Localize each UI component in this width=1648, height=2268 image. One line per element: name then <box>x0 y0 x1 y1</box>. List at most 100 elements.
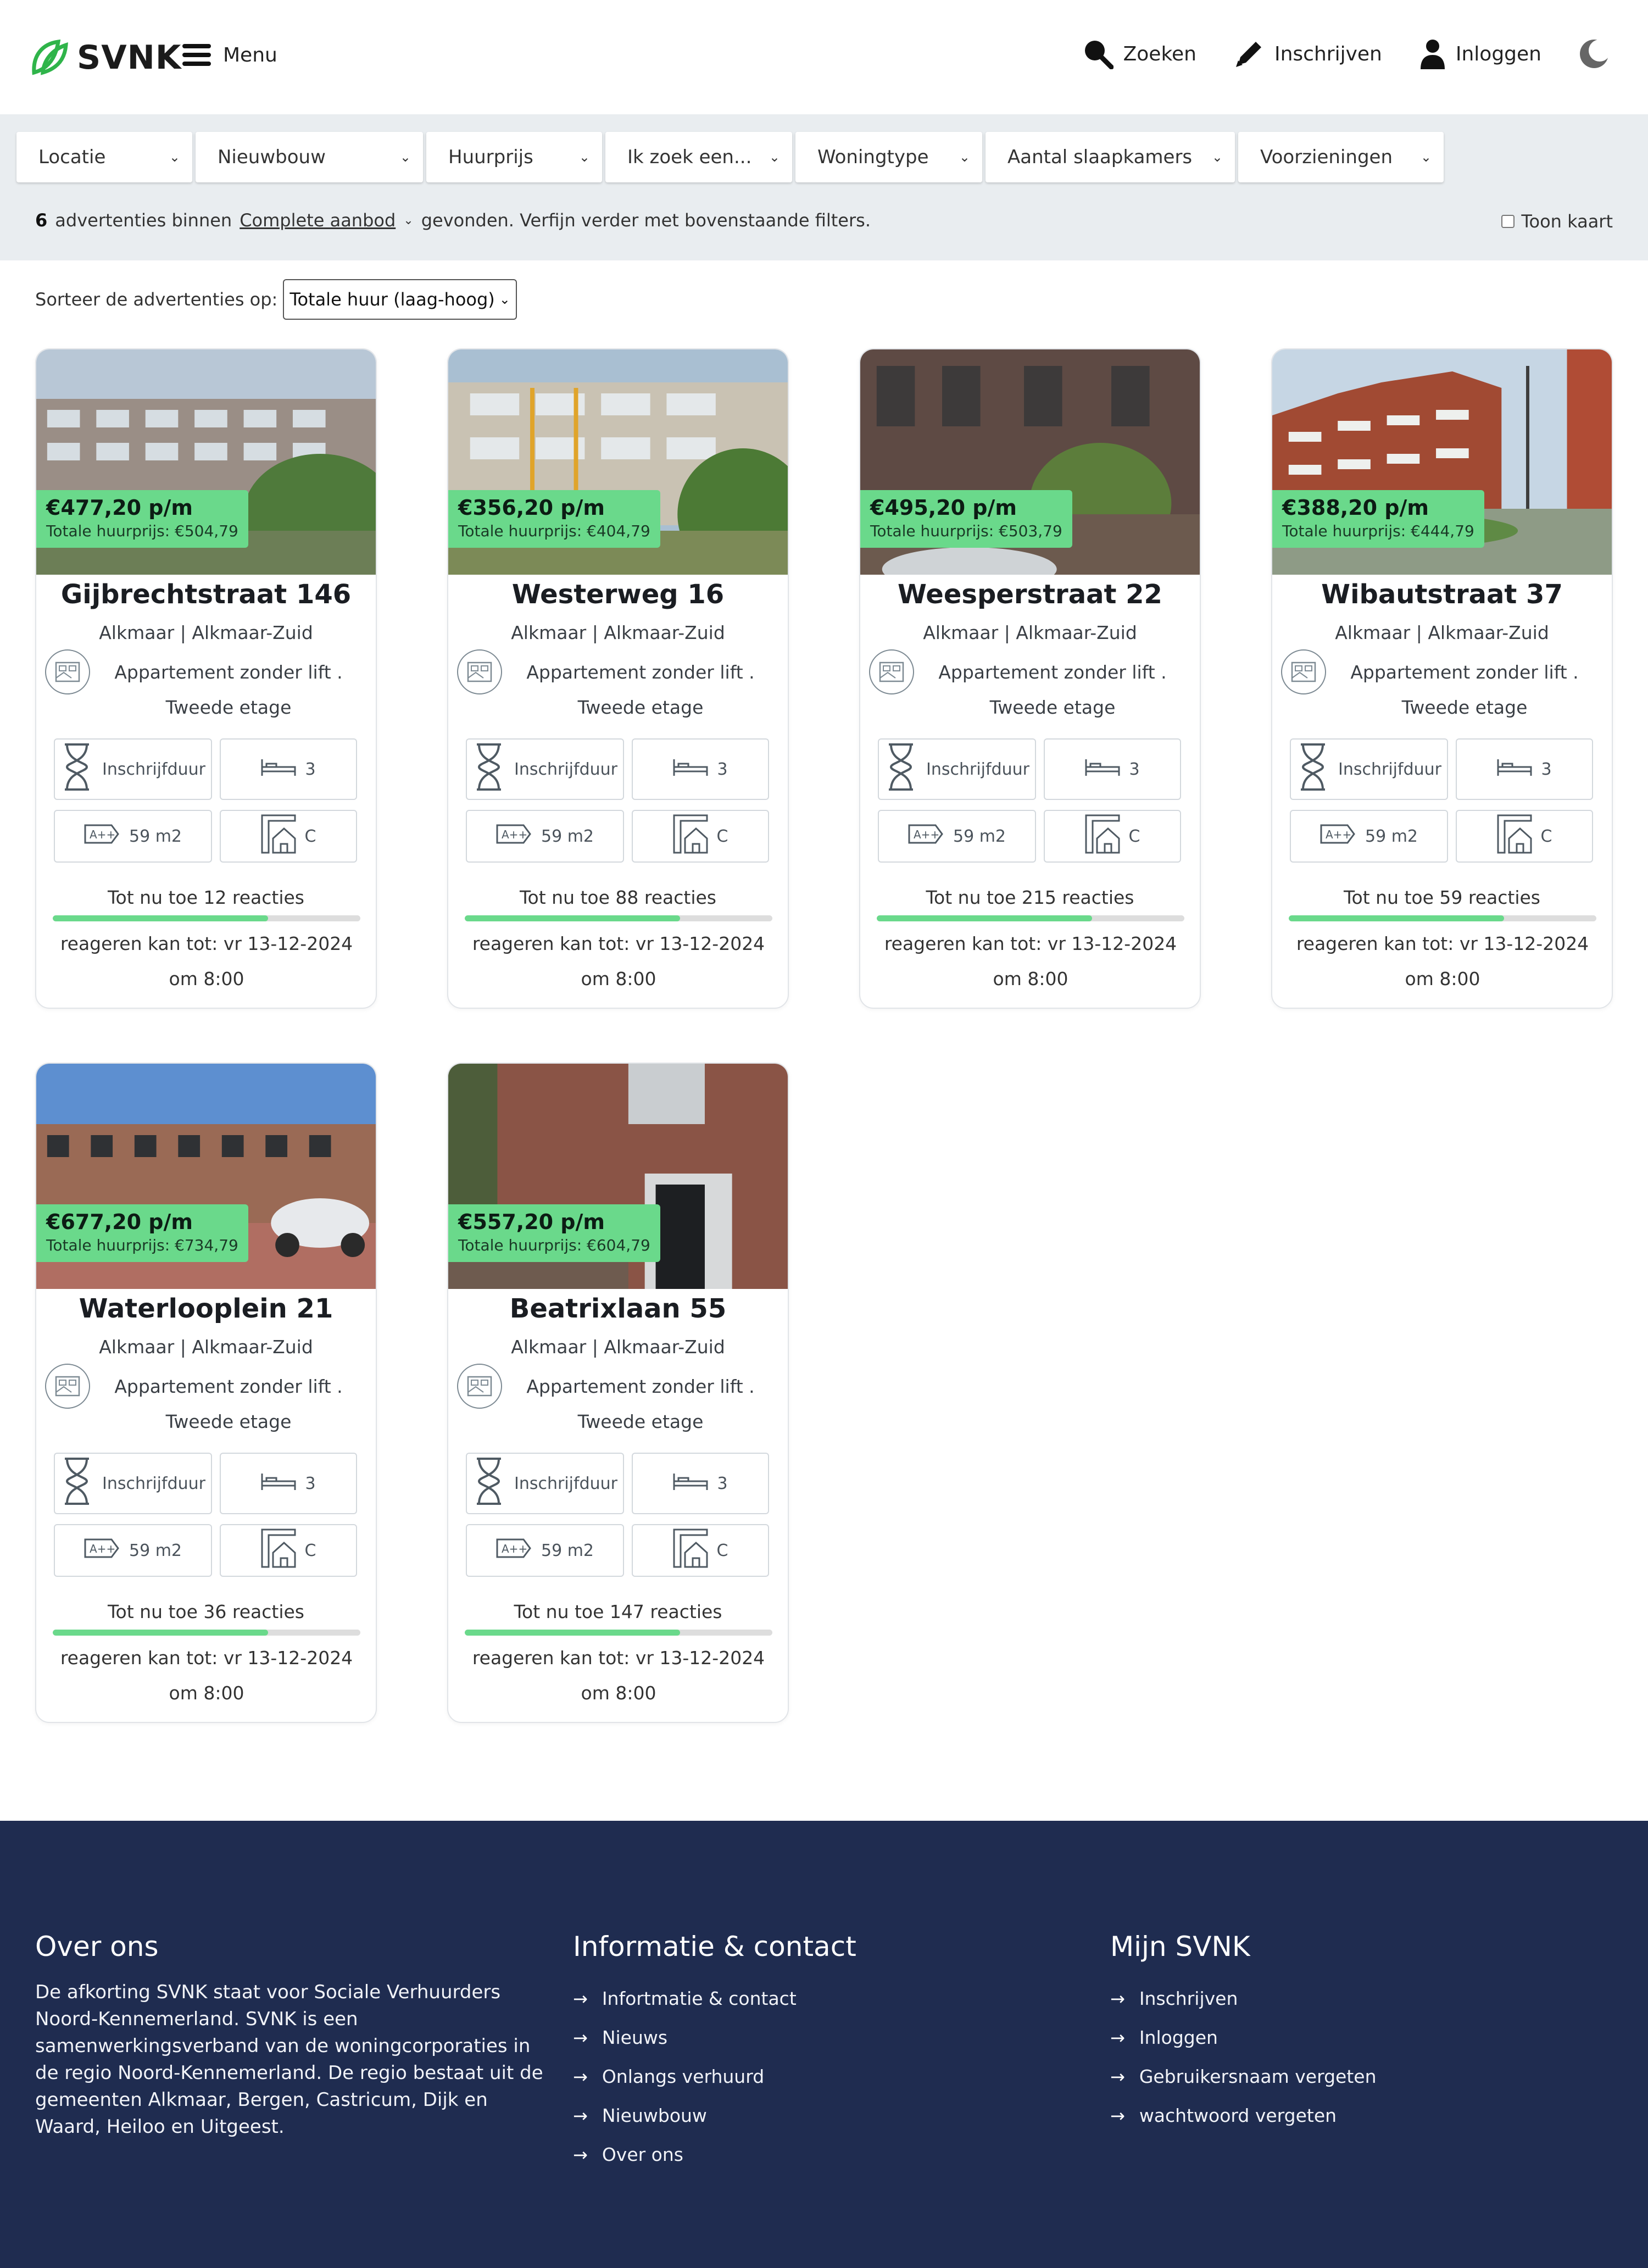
floor-level: Tweede etage <box>577 1411 704 1432</box>
footer-info-links: → Infortmatie & contact → Nieuws → Onlangs … <box>573 1979 856 2174</box>
listing-type: Appartement zonder lift . Tweede etage <box>921 655 1184 725</box>
chevron-down-icon: ⌄ <box>169 149 180 165</box>
footer-link[interactable]: → wachtwoord vergeten <box>1110 2096 1377 2135</box>
chevron-down-icon: ⌄ <box>959 149 970 165</box>
search-icon <box>1084 41 1113 69</box>
energy-class: C <box>716 826 728 846</box>
footer-link-label: Over ons <box>602 2144 683 2165</box>
filter-looking-for[interactable]: Ik zoek een... ⌄ <box>605 132 792 182</box>
footer-info-title: Informatie & contact <box>573 1931 856 1963</box>
svg-text:A++: A++ <box>90 1542 115 1555</box>
bedrooms-box: 3 <box>1044 738 1181 800</box>
filter-facilities[interactable]: Voorzieningen ⌄ <box>1238 132 1444 182</box>
energy-class-box: C <box>1044 810 1181 863</box>
login-link[interactable]: Inloggen <box>1419 38 1541 69</box>
footer-link[interactable]: → Infortmatie & contact <box>573 1979 856 2018</box>
energy-label-box: A++ 59 m2 <box>54 810 212 863</box>
footer-link[interactable]: → Nieuwbouw <box>573 2096 856 2135</box>
bedroom-count: 3 <box>1541 759 1552 779</box>
listing-type: Appartement zonder lift . Tweede etage <box>509 1369 772 1439</box>
footer-about-title: Over ons <box>35 1931 159 1963</box>
map-toggle[interactable]: Toon kaart <box>1501 211 1613 232</box>
energy-class: C <box>304 826 316 846</box>
footer-link[interactable]: → Over ons <box>573 2135 856 2174</box>
registration-duration-box: Inschrijfduur <box>54 738 212 800</box>
search-link[interactable]: Zoeken <box>1083 38 1196 69</box>
listing-card[interactable]: €677,20 p/m Totale huurprijs: €734,79 Wa… <box>35 1063 377 1723</box>
price-tag: €495,20 p/m Totale huurprijs: €503,79 <box>860 490 1072 548</box>
filter-new-build[interactable]: Nieuwbouw ⌄ <box>196 132 423 182</box>
filter-label: Ik zoek een... <box>627 146 752 168</box>
apartment-type-icon <box>1281 649 1326 694</box>
progress-fill <box>465 1630 680 1636</box>
floor-area: 59 m2 <box>953 826 1006 846</box>
reaction-count: Tot nu toe 59 reacties <box>1343 887 1540 908</box>
filter-location[interactable]: Locatie ⌄ <box>16 132 192 182</box>
listing-title[interactable]: Wibautstraat 37 <box>1272 579 1612 610</box>
registration-duration-box: Inschrijfduur <box>1290 738 1448 800</box>
result-count: 6 <box>35 210 48 231</box>
total-rent: Totale huurprijs: €504,79 <box>46 522 238 540</box>
filter-rent-price[interactable]: Huurprijs ⌄ <box>426 132 602 182</box>
floor-level: Tweede etage <box>1401 697 1528 718</box>
footer-my-svnk: Mijn SVNK → Inschrijven → Inloggen → Gebrui… <box>1110 1931 1377 2135</box>
footer-link[interactable]: → Inschrijven <box>1110 1979 1377 2018</box>
sort-select[interactable]: Totale huur (laag-hoog) ⌄ <box>283 279 517 320</box>
total-rent: Totale huurprijs: €604,79 <box>458 1236 650 1254</box>
energy-class-box: C <box>632 1524 769 1577</box>
listing-city: Alkmaar | Alkmaar-Zuid <box>99 622 313 643</box>
filter-bedrooms[interactable]: Aantal slaapkamers ⌄ <box>986 132 1235 182</box>
arrow-right-icon: → <box>1110 2027 1125 2048</box>
arrow-right-icon: → <box>573 2144 588 2165</box>
scope-dropdown[interactable]: Complete aanbod <box>240 210 396 231</box>
listing-title[interactable]: Gijbrechtstraat 146 <box>36 579 376 610</box>
reaction-deadline: reageren kan tot: vr 13-12-2024 om 8:00 <box>60 1647 353 1704</box>
total-rent: Totale huurprijs: €444,79 <box>1282 522 1474 540</box>
chevron-down-icon: ⌄ <box>399 149 411 165</box>
housing-type: Appartement zonder lift . <box>526 662 755 683</box>
duration-label: Inschrijfduur <box>514 759 617 779</box>
bedroom-count: 3 <box>717 1474 728 1493</box>
listing-title[interactable]: Weesperstraat 22 <box>860 579 1200 610</box>
listing-card[interactable]: €495,20 p/m Totale huurprijs: €503,79 We… <box>859 348 1201 1009</box>
footer-link[interactable]: → Inloggen <box>1110 2018 1377 2057</box>
filter-housing-type[interactable]: Woningtype ⌄ <box>795 132 982 182</box>
listing-card[interactable]: €356,20 p/m Totale huurprijs: €404,79 We… <box>447 348 789 1009</box>
site-header: SVNK Menu Zoeken Inschrijven Inloggen <box>0 0 1648 114</box>
registration-duration-box: Inschrijfduur <box>466 738 624 800</box>
reaction-deadline: reageren kan tot: vr 13-12-2024 om 8:00 <box>472 1647 765 1704</box>
listing-card[interactable]: €557,20 p/m Totale huurprijs: €604,79 Be… <box>447 1063 789 1723</box>
register-label: Inschrijven <box>1274 42 1382 65</box>
listing-city: Alkmaar | Alkmaar-Zuid <box>923 622 1137 643</box>
arrow-right-icon: → <box>1110 2066 1125 2087</box>
listing-title[interactable]: Westerweg 16 <box>448 579 788 610</box>
bedroom-count: 3 <box>305 759 316 779</box>
listing-card[interactable]: €477,20 p/m Totale huurprijs: €504,79 Gi… <box>35 348 377 1009</box>
listing-card[interactable]: €388,20 p/m Totale huurprijs: €444,79 Wi… <box>1271 348 1613 1009</box>
map-checkbox[interactable] <box>1501 215 1515 228</box>
menu-button[interactable]: Menu <box>182 43 277 67</box>
chevron-down-icon: ⌄ <box>1420 149 1432 165</box>
bedrooms-box: 3 <box>632 738 769 800</box>
energy-class: C <box>1540 826 1552 846</box>
apartment-type-icon <box>457 649 502 694</box>
registration-duration-box: Inschrijfduur <box>466 1453 624 1514</box>
register-link[interactable]: Inschrijven <box>1234 38 1382 69</box>
svnk-logo[interactable]: SVNK <box>31 38 181 77</box>
footer-about: Over ons De afkorting SVNK staat voor So… <box>35 1931 546 2141</box>
progress-fill <box>53 915 268 921</box>
leaf-logo-icon <box>32 40 68 75</box>
footer-link[interactable]: → Gebruikersnaam vergeten <box>1110 2057 1377 2096</box>
energy-class: C <box>304 1541 316 1560</box>
moon-icon <box>1580 40 1610 68</box>
listing-title[interactable]: Waterlooplein 21 <box>36 1293 376 1324</box>
footer-link[interactable]: → Nieuws <box>573 2018 856 2057</box>
dark-mode-toggle[interactable] <box>1579 38 1610 69</box>
listing-title[interactable]: Beatrixlaan 55 <box>448 1293 788 1324</box>
rent-price: €495,20 p/m <box>870 496 1017 520</box>
housing-type: Appartement zonder lift . <box>114 1376 343 1397</box>
footer-link[interactable]: → Onlangs verhuurd <box>573 2057 856 2096</box>
total-rent: Totale huurprijs: €404,79 <box>458 522 650 540</box>
chevron-down-icon[interactable]: ⌄ <box>403 214 413 227</box>
listing-type: Appartement zonder lift . Tweede etage <box>97 1369 360 1439</box>
